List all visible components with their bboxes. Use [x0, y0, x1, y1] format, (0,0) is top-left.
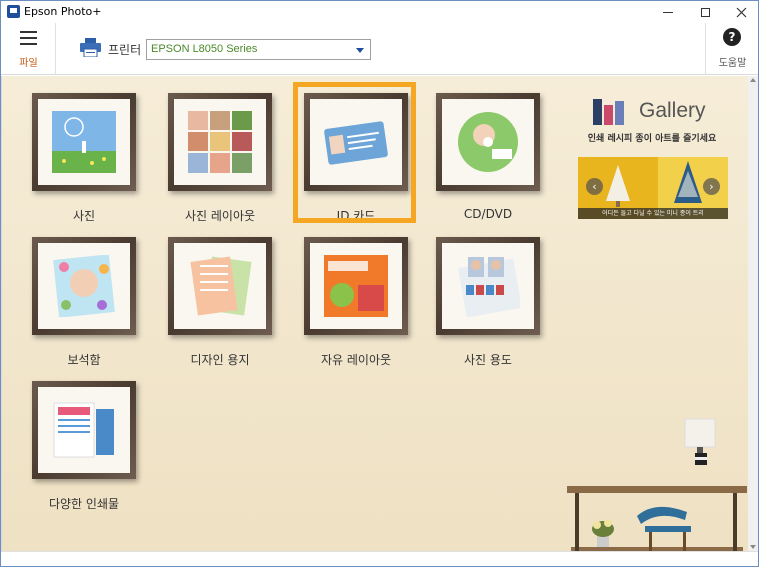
toolbar: 파일 프린터 EPSON L8050 Series ? 도움말	[1, 23, 758, 75]
title-bar: Epson Photo+	[1, 1, 758, 23]
jewel-case-thumbnail	[53, 255, 115, 317]
tile-label: 다양한 인쇄물	[48, 497, 120, 511]
printer-select-value: EPSON L8050 Series	[151, 43, 258, 55]
window-title: Epson Photo+	[24, 5, 102, 18]
design-paper-thumbnail	[190, 256, 252, 316]
carousel-next-button[interactable]: ›	[703, 178, 720, 195]
tile-photo-layout[interactable]: 사진 레이아웃	[159, 93, 279, 223]
photo-usage-thumbnail	[458, 257, 520, 317]
photo-layout-thumbnail	[188, 111, 252, 173]
tile-frame	[436, 237, 540, 335]
tile-label: 자유 레이아웃	[320, 353, 392, 367]
chevron-right-icon: ›	[709, 180, 714, 193]
tile-label: 사진 용도	[464, 353, 512, 367]
close-icon	[736, 7, 747, 17]
status-strip	[1, 551, 758, 566]
chevron-down-icon	[356, 48, 364, 53]
help-label: 도움말	[718, 58, 747, 69]
tile-various-prints[interactable]: 다양한 인쇄물	[23, 381, 143, 511]
free-layout-thumbnail	[324, 255, 388, 317]
tile-frame	[304, 237, 408, 335]
app-window: Epson Photo+ 파일 프린터 EPSON L8050 Series ?…	[0, 0, 759, 567]
tile-design-paper[interactable]: 디자인 용지	[159, 237, 279, 367]
selection-highlight	[293, 82, 416, 223]
vertical-scrollbar[interactable]	[748, 76, 758, 551]
various-prints-thumbnail	[53, 402, 114, 458]
main-content: 사진 사진 레이아웃 ID 카드 CD/DVD 보석함 디자인 용지 자유 레이…	[1, 76, 748, 552]
printer-label: 프린터	[108, 43, 142, 57]
close-button[interactable]	[723, 1, 758, 23]
gallery-title: Gallery	[639, 99, 706, 122]
maximize-icon	[701, 7, 710, 17]
tile-label: 사진	[72, 209, 96, 223]
minimize-button[interactable]	[649, 1, 686, 23]
file-menu-label: 파일	[19, 58, 38, 69]
gallery-carousel[interactable]: ‹ › 어디든 들고 다닐 수 있는 미니 종이 트리	[578, 157, 728, 219]
tile-frame	[32, 93, 136, 191]
scroll-down-icon	[750, 545, 756, 549]
maximize-button[interactable]	[687, 1, 724, 23]
minimize-icon	[662, 11, 673, 13]
printer-select[interactable]: EPSON L8050 Series	[146, 39, 371, 60]
tile-photo[interactable]: 사진	[23, 93, 143, 223]
tile-free-layout[interactable]: 자유 레이아웃	[295, 237, 415, 367]
tile-frame	[436, 93, 540, 191]
tile-frame	[168, 93, 272, 191]
hamburger-icon	[20, 31, 37, 45]
gallery-subtitle: 인쇄 레시피 종이 아트를 즐기세요	[587, 134, 717, 144]
tile-label: 사진 레이아웃	[184, 209, 256, 223]
carousel-prev-button[interactable]: ‹	[586, 178, 603, 195]
carousel-caption: 어디든 들고 다닐 수 있는 미니 종이 트리	[578, 208, 728, 219]
scroll-up-icon	[750, 78, 756, 82]
tile-photo-usage[interactable]: 사진 용도	[427, 237, 547, 367]
epson-app-icon	[7, 5, 20, 18]
cd-dvd-thumbnail	[458, 112, 518, 172]
tile-frame	[168, 237, 272, 335]
tile-frame	[32, 381, 136, 479]
help-icon: ?	[723, 28, 741, 46]
file-menu-button[interactable]: 파일	[1, 23, 56, 75]
tile-label: 보석함	[67, 353, 101, 367]
tile-frame	[32, 237, 136, 335]
tile-label: CD/DVD	[463, 207, 513, 221]
desk-legs	[567, 486, 747, 552]
gallery-logo-icon	[593, 99, 624, 125]
tile-label: 디자인 용지	[190, 353, 250, 367]
help-button[interactable]: ? 도움말	[705, 23, 758, 75]
photo-thumbnail	[52, 111, 116, 173]
printer-icon	[80, 38, 101, 57]
tile-jewel-case[interactable]: 보석함	[23, 237, 143, 367]
chevron-left-icon: ‹	[592, 180, 597, 193]
tile-cd-dvd[interactable]: CD/DVD	[427, 93, 547, 223]
